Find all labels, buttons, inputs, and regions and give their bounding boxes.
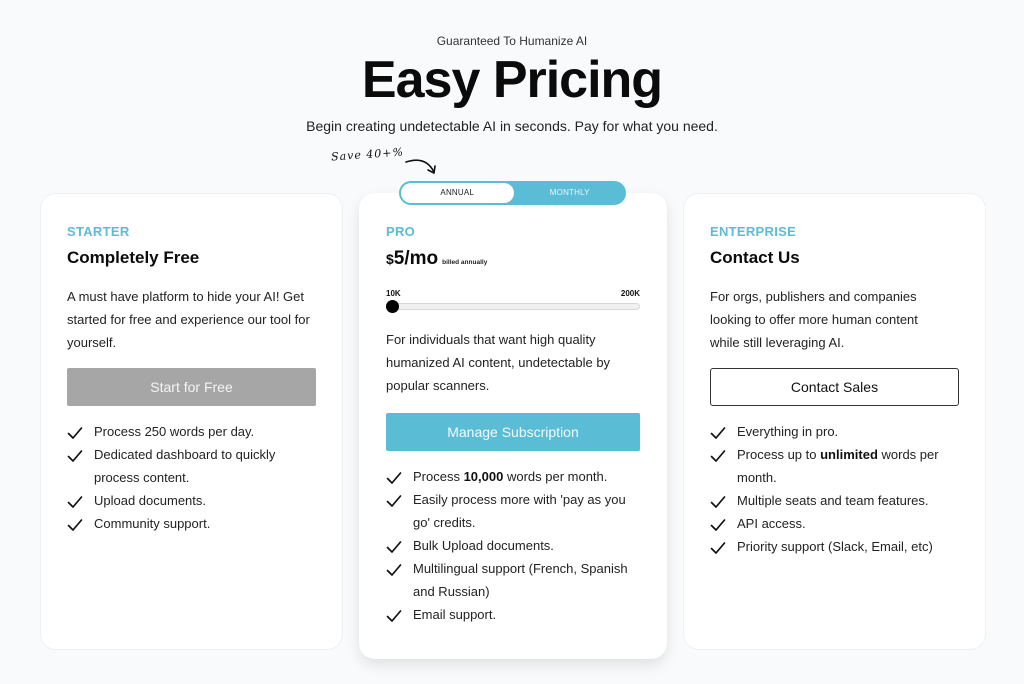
feature-text: Dedicated dashboard to quickly process c… bbox=[94, 447, 276, 485]
feature-item: Upload documents. bbox=[67, 489, 322, 512]
feature-list-pro: Process 10,000 words per month. Easily pr… bbox=[386, 465, 646, 626]
feature-text: Multiple seats and team features. bbox=[737, 493, 929, 508]
feature-item: Bulk Upload documents. bbox=[386, 534, 646, 557]
feature-text: Everything in pro. bbox=[737, 424, 839, 439]
plan-description-pro: For individuals that want high quality h… bbox=[386, 332, 611, 393]
feature-text: Process 250 words per day. bbox=[94, 424, 255, 439]
check-icon bbox=[710, 539, 726, 554]
feature-text: Bulk Upload documents. bbox=[413, 538, 554, 553]
price-amount: 5/mo bbox=[393, 248, 439, 269]
feature-text: words per month. bbox=[503, 469, 608, 484]
plan-description-starter: A must have platform to hide your AI! Ge… bbox=[67, 289, 310, 350]
feature-text: Process bbox=[413, 469, 464, 484]
feature-item: Email support. bbox=[386, 603, 646, 626]
feature-item: Dedicated dashboard to quickly process c… bbox=[67, 443, 322, 489]
slider-min-label: 10K bbox=[386, 289, 401, 298]
feature-text: Process up to bbox=[737, 447, 821, 462]
feature-item: Everything in pro. bbox=[710, 420, 965, 443]
check-icon bbox=[386, 469, 402, 484]
feature-item: API access. bbox=[710, 512, 965, 535]
check-icon bbox=[67, 516, 83, 531]
plan-description-enterprise: For orgs, publishers and companies looki… bbox=[710, 289, 918, 350]
feature-text: Easily process more with 'pay as you go'… bbox=[413, 492, 626, 530]
toggle-annual[interactable]: ANNUAL bbox=[401, 183, 514, 203]
check-icon bbox=[67, 447, 83, 462]
feature-text: Community support. bbox=[94, 516, 211, 531]
feature-highlight: unlimited bbox=[820, 447, 878, 462]
tier-label-starter: STARTER bbox=[67, 224, 130, 239]
feature-list-enterprise: Everything in pro. Process up to unlimite… bbox=[710, 420, 965, 558]
feature-item: Priority support (Slack, Email, etc) bbox=[710, 535, 965, 558]
feature-text: Priority support (Slack, Email, etc) bbox=[737, 539, 933, 554]
feature-list-starter: Process 250 words per day. Dedicated dash… bbox=[67, 420, 322, 535]
plan-name-starter: Completely Free bbox=[67, 248, 200, 267]
manage-subscription-button[interactable]: Manage Subscription bbox=[386, 413, 640, 451]
feature-item: Community support. bbox=[67, 512, 322, 535]
check-icon bbox=[386, 538, 402, 553]
check-icon bbox=[386, 561, 402, 576]
curved-arrow-icon bbox=[405, 159, 436, 174]
feature-text: Email support. bbox=[413, 607, 497, 622]
check-icon bbox=[710, 424, 726, 439]
feature-text: Upload documents. bbox=[94, 493, 207, 508]
check-icon bbox=[386, 607, 402, 622]
plan-price-pro: $ 5/mo billed annually bbox=[386, 248, 487, 270]
feature-highlight: 10,000 bbox=[463, 469, 504, 484]
start-for-free-button[interactable]: Start for Free bbox=[67, 368, 316, 406]
tier-label-pro: PRO bbox=[386, 224, 416, 239]
feature-item: Process 10,000 words per month. bbox=[386, 465, 646, 488]
feature-item: Process 250 words per day. bbox=[67, 420, 322, 443]
feature-item: Easily process more with 'pay as you go'… bbox=[386, 488, 646, 534]
price-billing-note: billed annually bbox=[442, 259, 488, 266]
check-icon bbox=[710, 447, 726, 462]
save-note: Save 40+% bbox=[330, 145, 405, 164]
tier-label-enterprise: ENTERPRISE bbox=[710, 224, 797, 239]
feature-item: Multilingual support (French, Spanish an… bbox=[386, 557, 646, 603]
word-volume-slider[interactable]: 10K 200K bbox=[386, 289, 640, 313]
check-icon bbox=[710, 493, 726, 508]
page-eyebrow: Guaranteed To Humanize AI bbox=[436, 34, 588, 48]
feature-text: Multilingual support (French, Spanish an… bbox=[413, 561, 628, 599]
check-icon bbox=[710, 516, 726, 531]
plan-name-enterprise: Contact Us bbox=[710, 248, 800, 267]
page-title: Easy Pricing bbox=[361, 51, 663, 109]
check-icon bbox=[386, 492, 402, 507]
slider-thumb[interactable] bbox=[386, 300, 399, 313]
feature-item: Multiple seats and team features. bbox=[710, 489, 965, 512]
price-currency: $ bbox=[386, 251, 394, 267]
check-icon bbox=[67, 493, 83, 508]
check-icon bbox=[67, 424, 83, 439]
toggle-monthly[interactable]: MONTHLY bbox=[514, 183, 627, 203]
billing-toggle[interactable]: ANNUAL MONTHLY bbox=[399, 181, 626, 205]
feature-text: API access. bbox=[737, 516, 806, 531]
feature-item: Process up to unlimited words per month. bbox=[710, 443, 965, 489]
page-subtitle: Begin creating undetectable AI in second… bbox=[306, 118, 718, 134]
slider-track[interactable] bbox=[386, 303, 640, 310]
contact-sales-button[interactable]: Contact Sales bbox=[710, 368, 959, 406]
slider-max-label: 200K bbox=[620, 289, 640, 298]
